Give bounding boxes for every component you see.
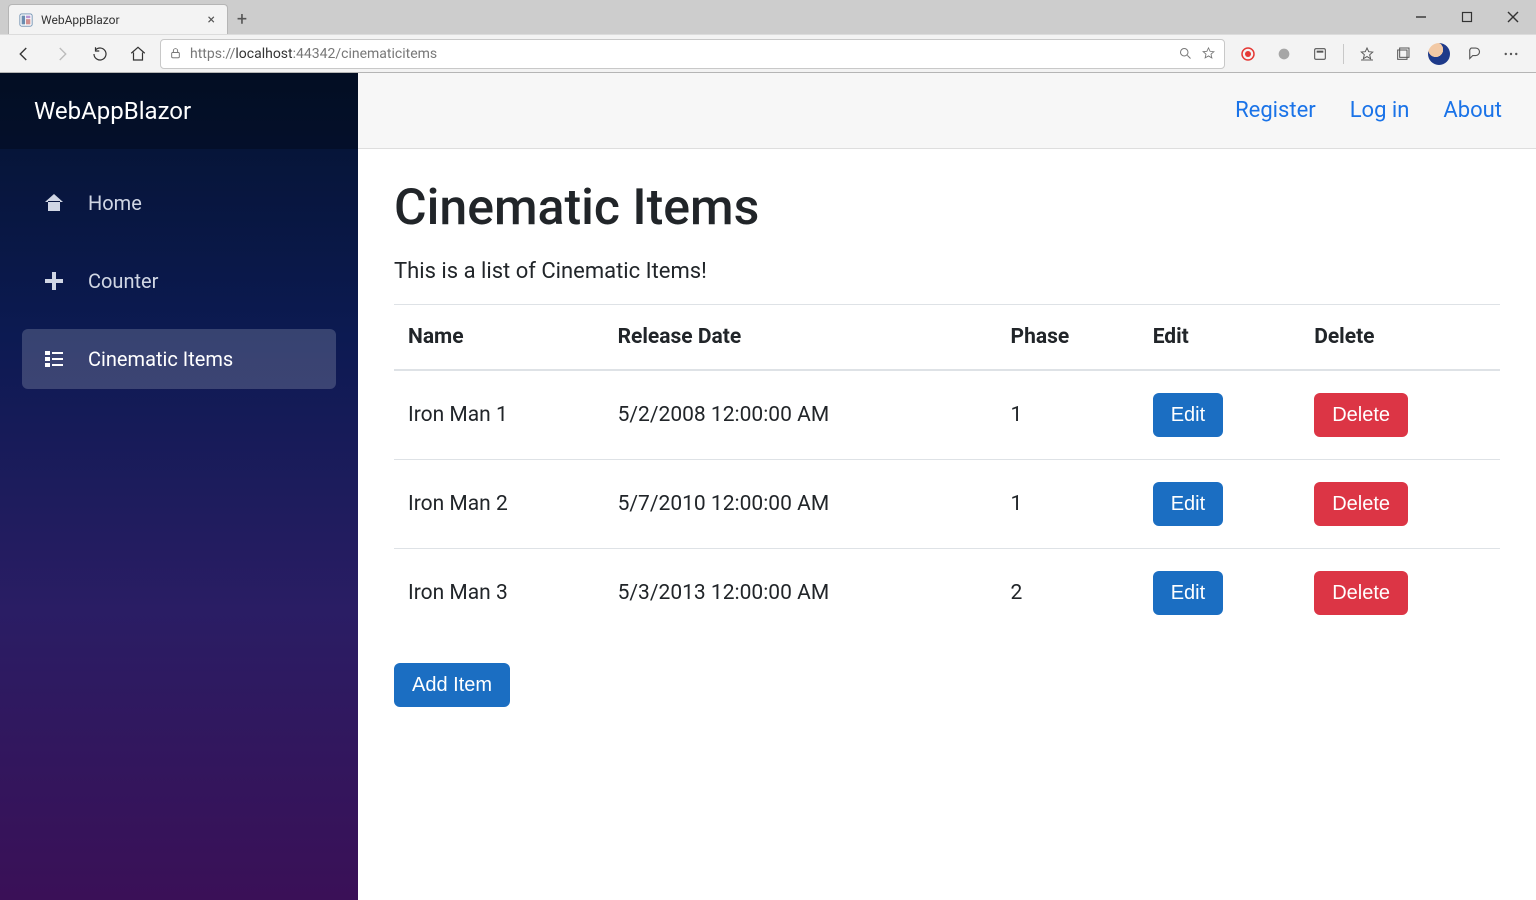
sidebar: WebAppBlazor Home Counter (0, 73, 358, 900)
cell-phase: 1 (997, 370, 1139, 460)
address-bar[interactable]: https://localhost:44342/cinematicitems (160, 39, 1225, 69)
cell-name: Iron Man 1 (394, 370, 604, 460)
more-menu-icon[interactable] (1494, 38, 1528, 70)
delete-button[interactable]: Delete (1314, 393, 1408, 437)
tab-strip: WebAppBlazor × + (0, 0, 1536, 34)
edit-button[interactable]: Edit (1153, 482, 1223, 526)
col-phase: Phase (997, 305, 1139, 371)
delete-button[interactable]: Delete (1314, 571, 1408, 615)
url-port: :44342 (293, 46, 336, 62)
topbar: Register Log in About (358, 73, 1536, 149)
avatar-icon (1428, 43, 1450, 65)
tab-favicon-icon (19, 13, 33, 27)
col-delete: Delete (1300, 305, 1500, 371)
back-button[interactable] (8, 38, 40, 70)
content-wrap: Register Log in About Cinematic Items Th… (358, 73, 1536, 900)
app-page: WebAppBlazor Home Counter (0, 73, 1536, 900)
url-path: /cinematicitems (335, 46, 437, 62)
browser-tab[interactable]: WebAppBlazor × (8, 4, 228, 34)
forward-button[interactable] (46, 38, 78, 70)
edit-button[interactable]: Edit (1153, 393, 1223, 437)
cell-release: 5/3/2013 12:00:00 AM (604, 549, 997, 638)
cell-phase: 1 (997, 460, 1139, 549)
browser-nav-bar: https://localhost:44342/cinematicitems (0, 34, 1536, 72)
sidebar-item-label: Counter (88, 269, 158, 293)
cell-name: Iron Man 2 (394, 460, 604, 549)
table-row: Iron Man 15/2/2008 12:00:00 AM1 Edit Delet… (394, 370, 1500, 460)
new-tab-button[interactable]: + (228, 4, 256, 34)
favorite-icon[interactable] (1201, 46, 1216, 61)
url-host: localhost (235, 46, 292, 62)
register-link[interactable]: Register (1235, 98, 1316, 123)
login-link[interactable]: Log in (1350, 98, 1410, 123)
plus-icon (42, 269, 66, 293)
extension-adblock-icon[interactable] (1231, 38, 1265, 70)
page-subheading: This is a list of Cinematic Items! (394, 259, 1500, 284)
cell-release: 5/2/2008 12:00:00 AM (604, 370, 997, 460)
favorites-menu-icon[interactable] (1350, 38, 1384, 70)
window-controls (1398, 0, 1536, 34)
table-row: Iron Man 25/7/2010 12:00:00 AM1 Edit Delet… (394, 460, 1500, 549)
tab-close-icon[interactable]: × (206, 12, 217, 28)
items-table: Name Release Date Phase Edit Delete Iron… (394, 304, 1500, 637)
edit-button[interactable]: Edit (1153, 571, 1223, 615)
sidebar-item-label: Home (88, 191, 142, 215)
col-name: Name (394, 305, 604, 371)
zoom-icon[interactable] (1178, 46, 1193, 61)
reading-view-icon[interactable] (1303, 38, 1337, 70)
list-icon (42, 347, 66, 371)
sidebar-nav: Home Counter Cinematic Items (0, 149, 358, 413)
table-row: Iron Man 35/3/2013 12:00:00 AM2 Edit Delet… (394, 549, 1500, 638)
cell-name: Iron Man 3 (394, 549, 604, 638)
cell-phase: 2 (997, 549, 1139, 638)
lock-icon (169, 47, 182, 60)
brand-title[interactable]: WebAppBlazor (0, 73, 358, 149)
sidebar-item-cinematic-items[interactable]: Cinematic Items (22, 329, 336, 389)
toolbar-icons (1231, 38, 1528, 70)
home-icon (42, 191, 66, 215)
about-link[interactable]: About (1443, 98, 1502, 123)
cell-release: 5/7/2010 12:00:00 AM (604, 460, 997, 549)
home-button[interactable] (122, 38, 154, 70)
col-release: Release Date (604, 305, 997, 371)
url-scheme: https:// (190, 46, 235, 62)
refresh-button[interactable] (84, 38, 116, 70)
tab-title: WebAppBlazor (41, 13, 120, 27)
main-content: Cinematic Items This is a list of Cinema… (358, 149, 1536, 737)
sidebar-item-home[interactable]: Home (22, 173, 336, 233)
delete-button[interactable]: Delete (1314, 482, 1408, 526)
browser-chrome: WebAppBlazor × + https://localhost: (0, 0, 1536, 73)
window-minimize-button[interactable] (1398, 1, 1444, 33)
col-edit: Edit (1139, 305, 1301, 371)
toolbar-separator (1343, 44, 1344, 64)
profile-avatar[interactable] (1422, 38, 1456, 70)
extension-generic-icon[interactable] (1267, 38, 1301, 70)
sidebar-item-counter[interactable]: Counter (22, 251, 336, 311)
window-maximize-button[interactable] (1444, 1, 1490, 33)
page-heading: Cinematic Items (394, 179, 1500, 237)
send-feedback-icon[interactable] (1458, 38, 1492, 70)
collections-icon[interactable] (1386, 38, 1420, 70)
window-close-button[interactable] (1490, 1, 1536, 33)
url-text: https://localhost:44342/cinematicitems (190, 46, 1170, 62)
add-item-button[interactable]: Add Item (394, 663, 510, 707)
sidebar-item-label: Cinematic Items (88, 347, 233, 371)
